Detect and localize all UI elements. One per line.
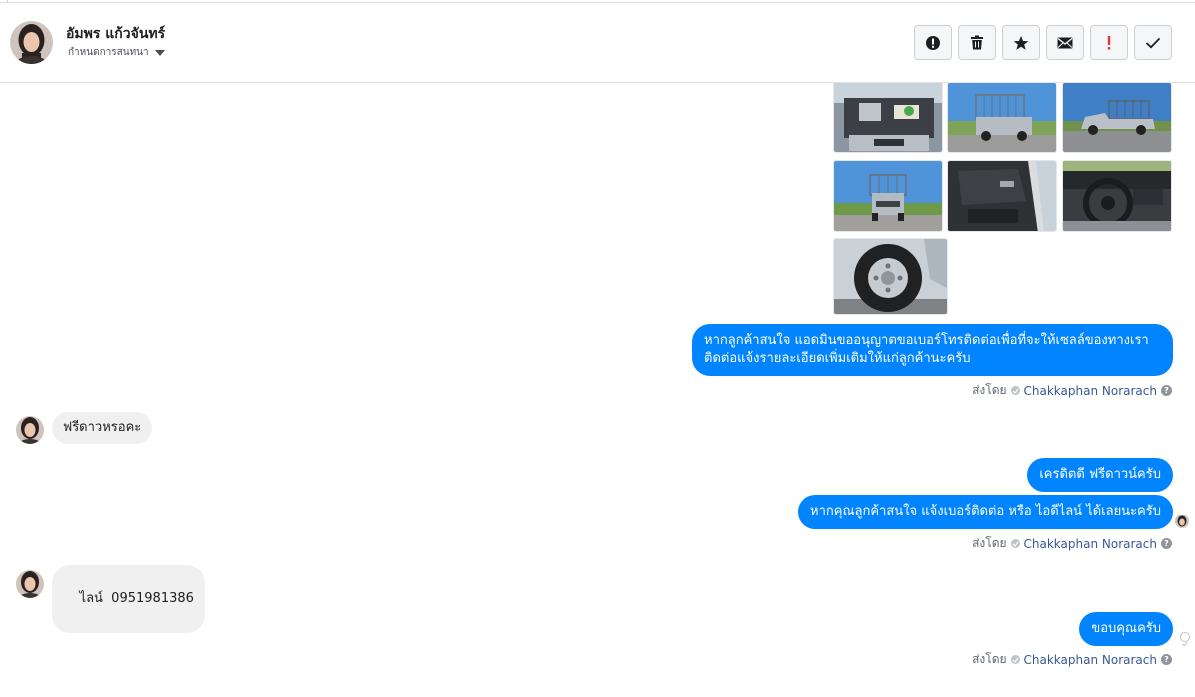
mark-important-button[interactable]	[1090, 25, 1128, 60]
message-text: ฟรีดาวหรอคะ	[63, 420, 142, 435]
photo-truck-rear-rack[interactable]	[947, 82, 1057, 153]
mark-unread-button[interactable]	[1046, 25, 1084, 60]
verified-check-icon	[1010, 539, 1020, 548]
verified-check-icon	[1010, 386, 1020, 395]
outgoing-message[interactable]: เครดิตดี ฟรีดาวน์ครับ	[1027, 458, 1173, 492]
verified-check-icon	[1010, 655, 1020, 664]
outgoing-message[interactable]: หากลูกค้าสนใจ แอดมินขออนุญาตขอเบอร์โทรติ…	[692, 324, 1173, 376]
outgoing-message[interactable]: หากคุณลูกค้าสนใจ แจ้งเบอร์ติดต่อ หรือ ไอ…	[798, 495, 1173, 529]
photo-icon	[834, 83, 942, 152]
contact-avatar[interactable]	[10, 21, 53, 64]
conversation-header: อัมพร แก้วจันทร์ กำหนดการสนทนา	[0, 3, 1195, 83]
caret-down-icon	[154, 49, 165, 56]
message-text: หากคุณลูกค้าสนใจ แจ้งเบอร์ติดต่อ หรือ ไอ…	[810, 504, 1161, 519]
exclamation-icon	[1107, 35, 1111, 50]
photo-door-interior[interactable]	[947, 160, 1057, 232]
photo-icon	[948, 161, 1056, 231]
star-button[interactable]	[1002, 25, 1040, 60]
photo-truck-side[interactable]	[1062, 82, 1172, 153]
photo-icon	[834, 239, 947, 314]
sent-by-label: ส่งโดย	[972, 536, 1007, 550]
contact-name[interactable]: อัมพร แก้วจันทร์	[66, 23, 165, 45]
photo-icon	[1063, 161, 1171, 231]
sent-by-line: ส่งโดย Chakkaphan Norarach ?	[972, 534, 1172, 553]
message-text: เครดิตดี ฟรีดาวน์ครับ	[1039, 467, 1161, 482]
incoming-message[interactable]: ฟรีดาวหรอคะ	[52, 412, 153, 444]
help-icon[interactable]: ?	[1161, 538, 1172, 549]
delete-button[interactable]	[958, 25, 996, 60]
photo-steering-wheel[interactable]	[1062, 160, 1172, 232]
conversation-schedule-label: กำหนดการสนทนา	[68, 47, 149, 58]
photo-icon	[948, 83, 1056, 152]
incoming-message[interactable]: ไลน์ 0951981386	[52, 565, 205, 633]
conversation-schedule-dropdown[interactable]: กำหนดการสนทนา	[68, 45, 165, 60]
trash-icon	[971, 35, 983, 50]
message-text: ไลน์ 0951981386	[79, 591, 194, 606]
agent-name-link[interactable]: Chakkaphan Norarach	[1024, 653, 1157, 667]
sent-by-line: ส่งโดย Chakkaphan Norarach ?	[972, 381, 1172, 400]
agent-name-link[interactable]: Chakkaphan Norarach	[1024, 384, 1157, 398]
message-text: ขอบคุณครับ	[1091, 621, 1161, 636]
photo-truck-rear[interactable]	[833, 160, 943, 232]
photo-icon	[1063, 83, 1171, 152]
message-thread[interactable]: หากลูกค้าสนใจ แอดมินขออนุญาตขอเบอร์โทรติ…	[0, 82, 1195, 697]
photo-icon	[834, 161, 942, 231]
help-icon[interactable]: ?	[1161, 385, 1172, 396]
outgoing-message[interactable]: ขอบคุณครับ	[1079, 612, 1173, 646]
read-receipt-avatar	[1175, 514, 1189, 528]
photo-engine-bay[interactable]	[833, 82, 943, 153]
delivered-check-icon	[1180, 632, 1190, 647]
star-icon	[1013, 35, 1029, 50]
sent-by-label: ส่งโดย	[972, 383, 1007, 397]
envelope-icon	[1057, 37, 1073, 48]
check-icon	[1145, 37, 1161, 48]
help-icon[interactable]: ?	[1161, 654, 1172, 665]
spam-button[interactable]	[914, 25, 952, 60]
mark-done-button[interactable]	[1134, 25, 1172, 60]
contact-avatar-small[interactable]	[16, 570, 44, 598]
agent-name-link[interactable]: Chakkaphan Norarach	[1024, 537, 1157, 551]
message-text: หากลูกค้าสนใจ แอดมินขออนุญาตขอเบอร์โทรติ…	[704, 333, 1149, 366]
sent-by-line: ส่งโดย Chakkaphan Norarach ?	[972, 650, 1172, 669]
header-actions	[914, 25, 1172, 60]
photo-wheel[interactable]	[833, 238, 948, 315]
contact-avatar-small[interactable]	[16, 416, 44, 444]
sent-by-label: ส่งโดย	[972, 652, 1007, 666]
alert-circle-icon	[926, 35, 940, 50]
